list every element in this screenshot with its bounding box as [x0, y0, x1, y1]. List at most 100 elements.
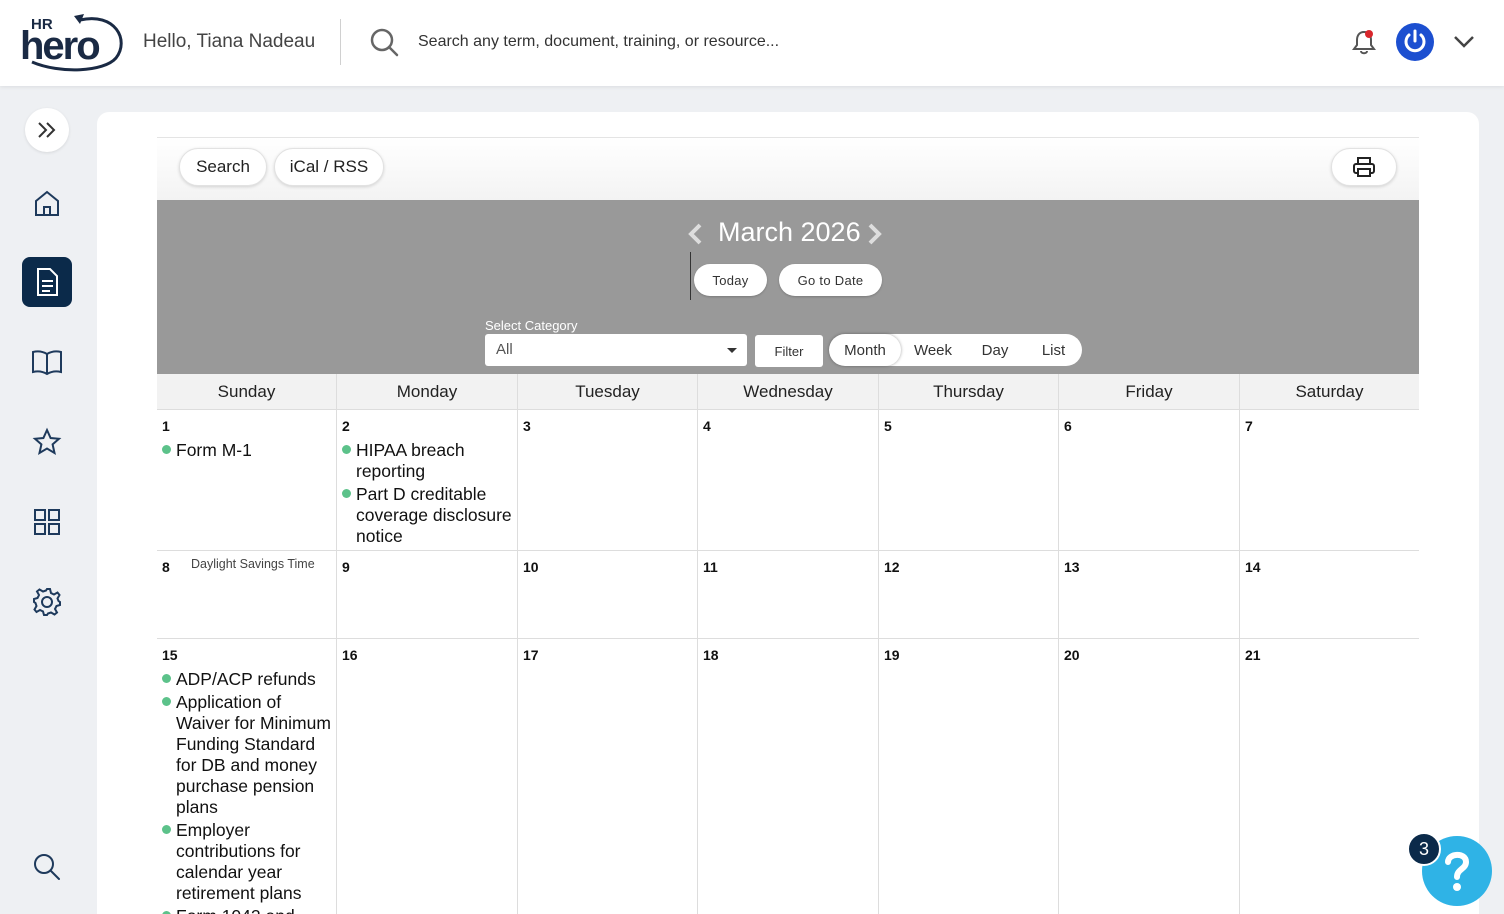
- grid-icon: [34, 509, 60, 535]
- sidebar-item-settings[interactable]: [22, 577, 72, 627]
- hr-hero-logo[interactable]: HR hero: [20, 10, 124, 74]
- day-cell[interactable]: 3: [518, 410, 698, 551]
- day-cell[interactable]: 9: [337, 551, 518, 639]
- day-number[interactable]: 21: [1245, 647, 1261, 663]
- day-number[interactable]: 8: [162, 559, 170, 575]
- day-number[interactable]: 12: [884, 559, 900, 575]
- calendar-event[interactable]: ADP/ACP refunds: [161, 669, 332, 690]
- day-cell[interactable]: 1 Form M-1: [157, 410, 337, 551]
- day-cell[interactable]: 14: [1240, 551, 1419, 639]
- weekday-header-row: Sunday Monday Tuesday Wednesday Thursday…: [157, 374, 1419, 410]
- day-cell[interactable]: 16: [337, 639, 518, 914]
- event-dot-icon: [342, 489, 351, 498]
- weekday-label: Thursday: [879, 374, 1059, 410]
- sidebar-item-dashboard[interactable]: [22, 497, 72, 547]
- day-cell[interactable]: 15 ADP/ACP refunds Application of Waiver f…: [157, 639, 337, 914]
- notification-bell-icon[interactable]: [1350, 28, 1378, 56]
- today-button[interactable]: Today: [694, 264, 767, 296]
- event-title: Form 1042 and: [176, 906, 295, 914]
- help-badge-count: 3: [1407, 832, 1441, 866]
- filter-button[interactable]: Filter: [755, 335, 823, 367]
- day-number[interactable]: 14: [1245, 559, 1261, 575]
- day-cell[interactable]: 20: [1059, 639, 1240, 914]
- tab-list[interactable]: List: [1025, 334, 1082, 366]
- day-number[interactable]: 13: [1064, 559, 1080, 575]
- category-label: Select Category: [485, 318, 578, 333]
- day-cell[interactable]: 2 HIPAA breach reporting Part D creditable…: [337, 410, 518, 551]
- event-title: HIPAA breach reporting: [356, 440, 465, 481]
- weekday-label: Tuesday: [518, 374, 698, 410]
- day-number[interactable]: 15: [162, 647, 178, 663]
- ical-rss-button[interactable]: iCal / RSS: [274, 148, 384, 186]
- day-cell[interactable]: 7: [1240, 410, 1419, 551]
- sidebar-item-search[interactable]: [22, 842, 72, 892]
- tab-day[interactable]: Day: [965, 334, 1025, 366]
- global-search-input[interactable]: [410, 25, 1110, 59]
- weekday-label: Sunday: [157, 374, 337, 410]
- calendar-toolbar: Search iCal / RSS: [157, 137, 1419, 200]
- sidebar-item-favorites[interactable]: [22, 417, 72, 467]
- day-number[interactable]: 17: [523, 647, 539, 663]
- day-cell[interactable]: 11: [698, 551, 879, 639]
- header-vertical-rule: [690, 252, 691, 300]
- sidebar-item-documents[interactable]: [22, 257, 72, 307]
- tab-month[interactable]: Month: [829, 334, 901, 366]
- day-cell[interactable]: 8 Daylight Savings Time: [157, 551, 337, 639]
- category-select[interactable]: All: [485, 334, 747, 366]
- day-cell[interactable]: 5: [879, 410, 1059, 551]
- sidebar-item-library[interactable]: [22, 337, 72, 387]
- day-cell[interactable]: 12: [879, 551, 1059, 639]
- event-title: Part D creditable coverage disclosure no…: [356, 484, 512, 546]
- day-number[interactable]: 5: [884, 418, 892, 434]
- day-number[interactable]: 19: [884, 647, 900, 663]
- day-number[interactable]: 11: [703, 559, 718, 575]
- day-number[interactable]: 2: [342, 418, 350, 434]
- event-title: Form M-1: [176, 440, 252, 460]
- calendar-event[interactable]: Form M-1: [161, 440, 332, 461]
- day-number[interactable]: 9: [342, 559, 350, 575]
- day-number[interactable]: 7: [1245, 418, 1253, 434]
- day-cell[interactable]: 13: [1059, 551, 1240, 639]
- user-avatar[interactable]: [1396, 23, 1434, 61]
- go-to-date-button[interactable]: Go to Date: [779, 264, 882, 296]
- sidebar-expand-button[interactable]: [25, 108, 69, 152]
- logo-hero-text: hero: [20, 24, 101, 68]
- power-icon: [1404, 29, 1426, 53]
- weekday-label: Saturday: [1295, 382, 1364, 401]
- day-cell[interactable]: 4: [698, 410, 879, 551]
- day-number[interactable]: 4: [703, 418, 711, 434]
- day-number[interactable]: 6: [1064, 418, 1072, 434]
- day-number[interactable]: 18: [703, 647, 719, 663]
- day-note: Daylight Savings Time: [191, 557, 315, 571]
- day-number[interactable]: 3: [523, 418, 531, 434]
- next-month-chevron-icon[interactable]: [866, 222, 884, 246]
- day-number[interactable]: 20: [1064, 647, 1080, 663]
- day-number[interactable]: 10: [523, 559, 539, 575]
- tab-week[interactable]: Week: [901, 334, 965, 366]
- event-dot-icon: [342, 445, 351, 454]
- search-icon: [34, 854, 60, 880]
- calendar-event[interactable]: HIPAA breach reporting: [341, 440, 513, 482]
- sidebar-item-home[interactable]: [22, 178, 72, 228]
- day-cell[interactable]: 18: [698, 639, 879, 914]
- day-cell[interactable]: 21: [1240, 639, 1419, 914]
- calendar-event[interactable]: Employer contributions for calendar year…: [161, 820, 332, 904]
- calendar-event[interactable]: Application of Waiver for Minimum Fundin…: [161, 692, 332, 818]
- search-icon[interactable]: [368, 26, 400, 58]
- day-number[interactable]: 16: [342, 647, 358, 663]
- event-dot-icon: [162, 445, 171, 454]
- event-dot-icon: [162, 825, 171, 834]
- double-chevron-right-icon: [38, 122, 56, 138]
- event-dot-icon: [162, 697, 171, 706]
- search-button[interactable]: Search: [179, 148, 267, 186]
- day-cell[interactable]: 10: [518, 551, 698, 639]
- chevron-down-icon[interactable]: [1452, 32, 1476, 52]
- calendar-event[interactable]: Form 1042 and: [161, 906, 332, 914]
- prev-month-chevron-icon[interactable]: [686, 222, 704, 246]
- print-button[interactable]: [1331, 148, 1397, 186]
- day-cell[interactable]: 6: [1059, 410, 1240, 551]
- day-number[interactable]: 1: [162, 418, 170, 434]
- day-cell[interactable]: 19: [879, 639, 1059, 914]
- calendar-event[interactable]: Part D creditable coverage disclosure no…: [341, 484, 513, 547]
- day-cell[interactable]: 17: [518, 639, 698, 914]
